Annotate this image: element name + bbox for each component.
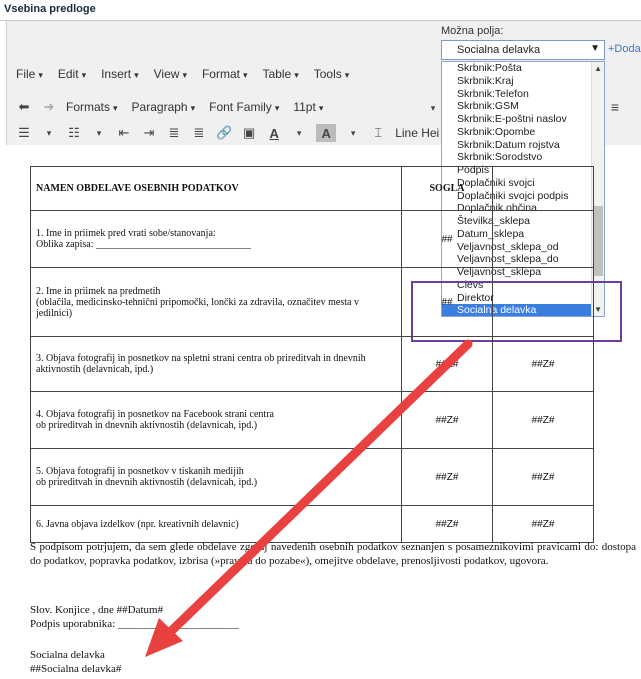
table-cell-value[interactable]: ##Z#: [492, 336, 594, 392]
row-line-1: 3. Objava fotografij in posnetkov na spl…: [36, 353, 366, 375]
table-header-row: NAMEN OBDELAVE OSEBNIH PODATKOV SOGLA: [30, 166, 594, 211]
link-icon[interactable]: 🔗: [216, 124, 232, 142]
row-line-1: 4. Objava fotografij in posnetkov na Fac…: [36, 409, 274, 420]
undo-icon[interactable]: ⬅: [16, 98, 32, 116]
table-cell-value[interactable]: ##Z#: [492, 448, 594, 506]
align-left-icon[interactable]: ≣: [166, 124, 182, 142]
table-cell-purpose[interactable]: 6. Javna objava izdelkov (npr. kreativni…: [30, 505, 402, 543]
table-cell-purpose[interactable]: 2. Ime in priimek na predmetih (oblačila,…: [30, 267, 402, 337]
consent-table: NAMEN OBDELAVE OSEBNIH PODATKOV SOGLA 1.…: [30, 166, 594, 543]
bullet-list-caret-icon[interactable]: ▾: [41, 124, 57, 142]
field-option[interactable]: Skrbnik:GSM: [442, 100, 604, 113]
role-field-placeholder[interactable]: ##Socialna delavka#: [30, 662, 121, 676]
table-cell-value[interactable]: [492, 210, 594, 268]
toolbar-row-2: ☰ ▾ ☷ ▾ ⇤ ⇥ ≣ ≣ 🔗 ▣ A ▾ A ▾ ⌶ Line Hei: [16, 123, 453, 143]
place-date-line[interactable]: Slov. Konjice , dne ##Datum#: [30, 603, 163, 617]
table-header-purpose: NAMEN OBDELAVE OSEBNIH PODATKOV: [30, 166, 402, 211]
menubar: File Edit Insert View Format Table Tools: [16, 67, 364, 85]
menu-file[interactable]: File: [16, 67, 43, 85]
horizontal-rule-icon[interactable]: ⌶: [370, 124, 386, 142]
table-header-col3: [492, 166, 594, 211]
table-cell-value[interactable]: ##Z#: [401, 336, 493, 392]
table-row: 6. Javna objava izdelkov (npr. kreativni…: [30, 505, 594, 543]
table-cell-purpose[interactable]: 5. Objava fotografij in posnetkov v tisk…: [30, 448, 402, 506]
field-option[interactable]: Skrbnik:Kraj: [442, 75, 604, 88]
font-size-dropdown[interactable]: 11pt: [293, 100, 323, 114]
table-row: 5. Objava fotografij in posnetkov v tisk…: [30, 448, 594, 506]
field-option[interactable]: Skrbnik:Pošta: [442, 62, 604, 75]
paragraph-dropdown[interactable]: Paragraph: [132, 100, 196, 114]
role-label[interactable]: Socialna delavka: [30, 648, 105, 662]
field-option[interactable]: Skrbnik:Datum rojstva: [442, 139, 604, 152]
row-line-2: Oblika zapisa: _________________________…: [36, 239, 251, 250]
row-line-1: 5. Objava fotografij in posnetkov v tisk…: [36, 466, 244, 477]
table-cell-purpose[interactable]: 4. Objava fotografij in posnetkov na Fac…: [30, 391, 402, 449]
align-right-icon[interactable]: ≣: [191, 124, 207, 142]
table-row: 2. Ime in priimek na predmetih (oblačila,…: [30, 267, 594, 337]
text-color-caret-icon[interactable]: ▾: [291, 124, 307, 142]
fields-select-value: Socialna delavka: [457, 44, 541, 56]
indent-icon[interactable]: ⇥: [141, 124, 157, 142]
signature-line[interactable]: Podpis uporabnika: _____________________…: [30, 617, 239, 631]
numbered-list-icon[interactable]: ☷: [66, 124, 82, 142]
text-color-icon[interactable]: A: [266, 124, 282, 142]
background-color-icon[interactable]: A: [316, 124, 337, 142]
table-cell-value[interactable]: ##Z#: [492, 505, 594, 543]
fields-label: Možna polja:: [441, 25, 504, 37]
outdent-icon[interactable]: ⇤: [116, 124, 132, 142]
table-header-consent: SOGLA: [401, 166, 493, 211]
formats-dropdown[interactable]: Formats: [66, 100, 118, 114]
consent-paragraph[interactable]: S podpisom potrjujem, da sem glede obdel…: [30, 540, 636, 568]
menu-insert[interactable]: Insert: [101, 67, 139, 85]
scroll-up-icon[interactable]: ▲: [594, 64, 602, 73]
menu-table[interactable]: Table: [263, 67, 299, 85]
menu-format[interactable]: Format: [202, 67, 248, 85]
table-cell-value[interactable]: ##Z#: [492, 391, 594, 449]
add-field-link[interactable]: +Doda: [608, 43, 641, 55]
line-height-dropdown[interactable]: Line Hei: [395, 126, 439, 140]
row-line-2: ob prireditvah in dnevnih aktivnostih (d…: [36, 420, 258, 431]
table-cell-value[interactable]: ##: [401, 267, 493, 337]
window-titlebar: Vsebina predloge: [0, 0, 641, 21]
dropdown-scrollbar-thumb[interactable]: [593, 206, 603, 276]
fields-select[interactable]: Socialna delavka ▼: [441, 40, 605, 60]
row-line-2: ob prireditvah in dnevnih aktivnostih (d…: [36, 477, 258, 488]
field-option[interactable]: Skrbnik:Opombe: [442, 126, 604, 139]
table-cell-value[interactable]: ##Z#: [401, 391, 493, 449]
image-icon[interactable]: ▣: [241, 124, 257, 142]
field-option[interactable]: Skrbnik:Sorodstvo: [442, 151, 604, 164]
font-family-dropdown[interactable]: Font Family: [209, 100, 279, 114]
dropdown-arrow-icon[interactable]: ▼: [590, 43, 600, 54]
field-option[interactable]: Skrbnik:Telefon: [442, 88, 604, 101]
background-color-caret-icon[interactable]: ▾: [345, 124, 361, 142]
field-option[interactable]: Skrbnik:E-poštni naslov: [442, 113, 604, 126]
row-line-1: 2. Ime in priimek na predmetih: [36, 285, 161, 297]
row-line-2: (oblačila, medicinsko-tehnični pripomočk…: [36, 296, 359, 319]
menu-edit[interactable]: Edit: [58, 67, 86, 85]
numbered-list-caret-icon[interactable]: ▾: [91, 124, 107, 142]
table-cell-value[interactable]: ##: [401, 210, 493, 268]
toolbar-caret-icon[interactable]: ▾: [425, 99, 441, 117]
menu-view[interactable]: View: [154, 67, 187, 85]
align-justify-icon[interactable]: ≡: [607, 98, 623, 116]
table-cell-purpose[interactable]: 1. Ime in priimek pred vrati sobe/stanov…: [30, 210, 402, 268]
table-row: 1. Ime in priimek pred vrati sobe/stanov…: [30, 210, 594, 268]
toolbar-row-1: ⬅ ➜ Formats Paragraph Font Family 11pt: [16, 97, 337, 117]
row-line-1: 6. Javna objava izdelkov (npr. kreativni…: [36, 518, 239, 530]
row-line-1: 1. Ime in priimek pred vrati sobe/stanov…: [36, 228, 216, 239]
window-title: Vsebina predloge: [4, 3, 96, 15]
table-cell-value[interactable]: [492, 267, 594, 337]
redo-icon[interactable]: ➜: [41, 98, 57, 116]
table-cell-value[interactable]: ##Z#: [401, 448, 493, 506]
menu-tools[interactable]: Tools: [314, 67, 350, 85]
table-row: 3. Objava fotografij in posnetkov na spl…: [30, 336, 594, 392]
table-cell-purpose[interactable]: 3. Objava fotografij in posnetkov na spl…: [30, 336, 402, 392]
table-cell-value[interactable]: ##Z#: [401, 505, 493, 543]
table-row: 4. Objava fotografij in posnetkov na Fac…: [30, 391, 594, 449]
bullet-list-icon[interactable]: ☰: [16, 124, 32, 142]
